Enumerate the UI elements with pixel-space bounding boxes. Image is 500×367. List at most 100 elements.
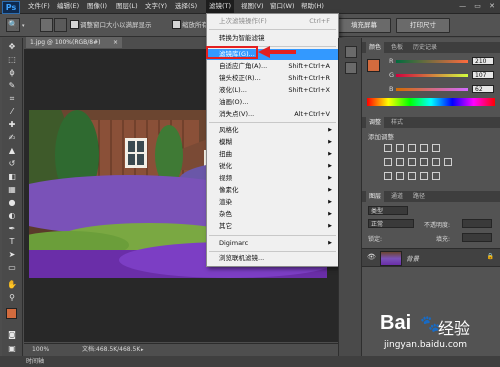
eraser-tool-icon[interactable]: ◧: [7, 172, 17, 182]
type-tool-icon[interactable]: T: [7, 237, 17, 247]
foreground-color-swatch[interactable]: [6, 308, 17, 319]
menu-help[interactable]: 帮助(H): [301, 0, 324, 13]
layer-kind-filter[interactable]: 类型: [368, 206, 408, 215]
menu-item-liquify[interactable]: 液化(L)... Shift+Ctrl+X: [207, 85, 338, 96]
menu-item-adaptive-wide-angle[interactable]: 自适应广角(A)... Shift+Ctrl+A: [207, 61, 338, 72]
levels-icon[interactable]: [396, 144, 404, 152]
menu-item-blur[interactable]: 模糊 ▶: [207, 137, 338, 148]
menu-filter[interactable]: 滤镜(T): [206, 0, 235, 13]
menu-item-sharpen[interactable]: 锐化 ▶: [207, 161, 338, 172]
channel-r-value[interactable]: 210: [472, 57, 494, 65]
zoom-level[interactable]: 100%: [32, 344, 49, 356]
vibrance-icon[interactable]: [432, 144, 440, 152]
path-select-tool-icon[interactable]: ➤: [7, 250, 17, 260]
shape-tool-icon[interactable]: ▭: [7, 263, 17, 273]
tab-history[interactable]: 历史记录: [410, 42, 440, 53]
threshold-icon[interactable]: [408, 172, 416, 180]
tab-adjustments[interactable]: 调整: [366, 117, 385, 128]
dodge-tool-icon[interactable]: ◐: [7, 211, 17, 221]
fill-input[interactable]: [462, 233, 492, 242]
quick-mask-icon[interactable]: ◙: [7, 330, 17, 340]
menu-item-noise[interactable]: 杂色 ▶: [207, 209, 338, 220]
posterize-icon[interactable]: [396, 172, 404, 180]
zoom-all-checkbox[interactable]: [172, 20, 181, 29]
photo-filter-icon[interactable]: [420, 158, 428, 166]
channel-b-slider[interactable]: [396, 88, 468, 91]
menu-item-video[interactable]: 视频 ▶: [207, 173, 338, 184]
hue-saturation-icon[interactable]: [384, 158, 392, 166]
zoom-in-icon[interactable]: [40, 18, 53, 32]
menu-item-convert-smart-filter[interactable]: 转换为智能滤镜: [207, 33, 338, 44]
menu-item-oil-paint[interactable]: 油画(O)...: [207, 97, 338, 108]
opacity-input[interactable]: [462, 219, 492, 228]
color-lookup-icon[interactable]: [444, 158, 452, 166]
menu-edit[interactable]: 编辑(E): [57, 0, 79, 13]
document-tab[interactable]: 1.jpg @ 100%(RGB/8#) ×: [26, 37, 122, 48]
exposure-icon[interactable]: [420, 144, 428, 152]
gradient-tool-icon[interactable]: ▦: [7, 185, 17, 195]
tab-styles[interactable]: 样式: [388, 117, 406, 128]
channel-g-value[interactable]: 107: [472, 71, 494, 79]
hand-tool-icon[interactable]: ✋: [7, 280, 17, 290]
history-panel-icon[interactable]: [345, 46, 357, 58]
close-icon[interactable]: ×: [113, 37, 118, 48]
marquee-tool-icon[interactable]: ⬚: [7, 55, 17, 65]
pen-tool-icon[interactable]: ✒: [7, 224, 17, 234]
menu-item-vanishing-point[interactable]: 消失点(V)... Alt+Ctrl+V: [207, 109, 338, 120]
menu-window[interactable]: 窗口(W): [270, 0, 295, 13]
channel-b-value[interactable]: 62: [472, 85, 494, 93]
chevron-down-icon[interactable]: ▾: [22, 23, 25, 29]
foreground-color-swatch[interactable]: [367, 59, 380, 72]
menu-view[interactable]: 视图(V): [241, 0, 264, 13]
move-tool-icon[interactable]: ✥: [7, 42, 17, 52]
menu-layer[interactable]: 图层(L): [116, 0, 138, 13]
menu-item-lens-correction[interactable]: 镜头校正(R)... Shift+Ctrl+R: [207, 73, 338, 84]
layer-row-background[interactable]: 👁 背景 🔒: [362, 248, 500, 267]
channel-r-slider[interactable]: [396, 60, 468, 63]
zoom-tool-icon[interactable]: ⚲: [7, 293, 17, 303]
window-controls[interactable]: — ▭ ✕: [459, 2, 498, 10]
brush-tool-icon[interactable]: ✍: [7, 133, 17, 143]
invert-icon[interactable]: [384, 172, 392, 180]
zoom-out-icon[interactable]: [54, 18, 67, 32]
tab-color[interactable]: 颜色: [366, 42, 385, 53]
tab-layers[interactable]: 图层: [366, 191, 385, 202]
tab-swatches[interactable]: 色板: [388, 42, 406, 53]
menu-item-browse-online-filters[interactable]: 浏览联机滤镜...: [207, 253, 338, 264]
quick-select-tool-icon[interactable]: ✎: [7, 81, 17, 91]
blend-mode-select[interactable]: 正常: [368, 219, 414, 228]
channel-mixer-icon[interactable]: [432, 158, 440, 166]
timeline-label[interactable]: 时间轴: [26, 356, 44, 367]
menu-item-distort[interactable]: 扭曲 ▶: [207, 149, 338, 160]
menu-item-pixelate[interactable]: 像素化 ▶: [207, 185, 338, 196]
fill-screen-button[interactable]: 填充屏幕: [337, 18, 391, 33]
menu-item-stylize[interactable]: 风格化 ▶: [207, 125, 338, 136]
menu-item-digimarc[interactable]: Digimarc ▶: [207, 238, 338, 249]
resize-windows-checkbox[interactable]: [70, 20, 79, 29]
selective-color-icon[interactable]: [420, 172, 428, 180]
chevron-right-icon[interactable]: ▸: [141, 344, 144, 356]
lasso-tool-icon[interactable]: ϕ: [7, 68, 17, 78]
eyedropper-tool-icon[interactable]: ⁄: [7, 107, 17, 117]
blur-tool-icon[interactable]: ●: [7, 198, 17, 208]
crop-tool-icon[interactable]: ⌗: [7, 94, 17, 104]
eye-icon[interactable]: 👁: [367, 253, 376, 261]
history-brush-tool-icon[interactable]: ↺: [7, 159, 17, 169]
menu-file[interactable]: 文件(F): [28, 0, 50, 13]
menu-type[interactable]: 文字(Y): [145, 0, 167, 13]
menu-select[interactable]: 选择(S): [175, 0, 197, 13]
menu-item-render[interactable]: 渲染 ▶: [207, 197, 338, 208]
screen-mode-icon[interactable]: ▣: [7, 344, 17, 354]
zoom-tool-icon[interactable]: 🔍: [6, 18, 20, 32]
properties-panel-icon[interactable]: [345, 62, 357, 74]
black-white-icon[interactable]: [408, 158, 416, 166]
channel-g-slider[interactable]: [396, 74, 468, 77]
tab-paths[interactable]: 路径: [410, 191, 428, 202]
menu-item-other[interactable]: 其它 ▶: [207, 221, 338, 232]
print-size-button[interactable]: 打印尺寸: [396, 18, 450, 33]
color-spectrum-bar[interactable]: [367, 98, 495, 106]
clone-stamp-tool-icon[interactable]: ▲: [7, 146, 17, 156]
healing-brush-tool-icon[interactable]: ✚: [7, 120, 17, 130]
color-balance-icon[interactable]: [396, 158, 404, 166]
menu-image[interactable]: 图像(I): [87, 0, 107, 13]
